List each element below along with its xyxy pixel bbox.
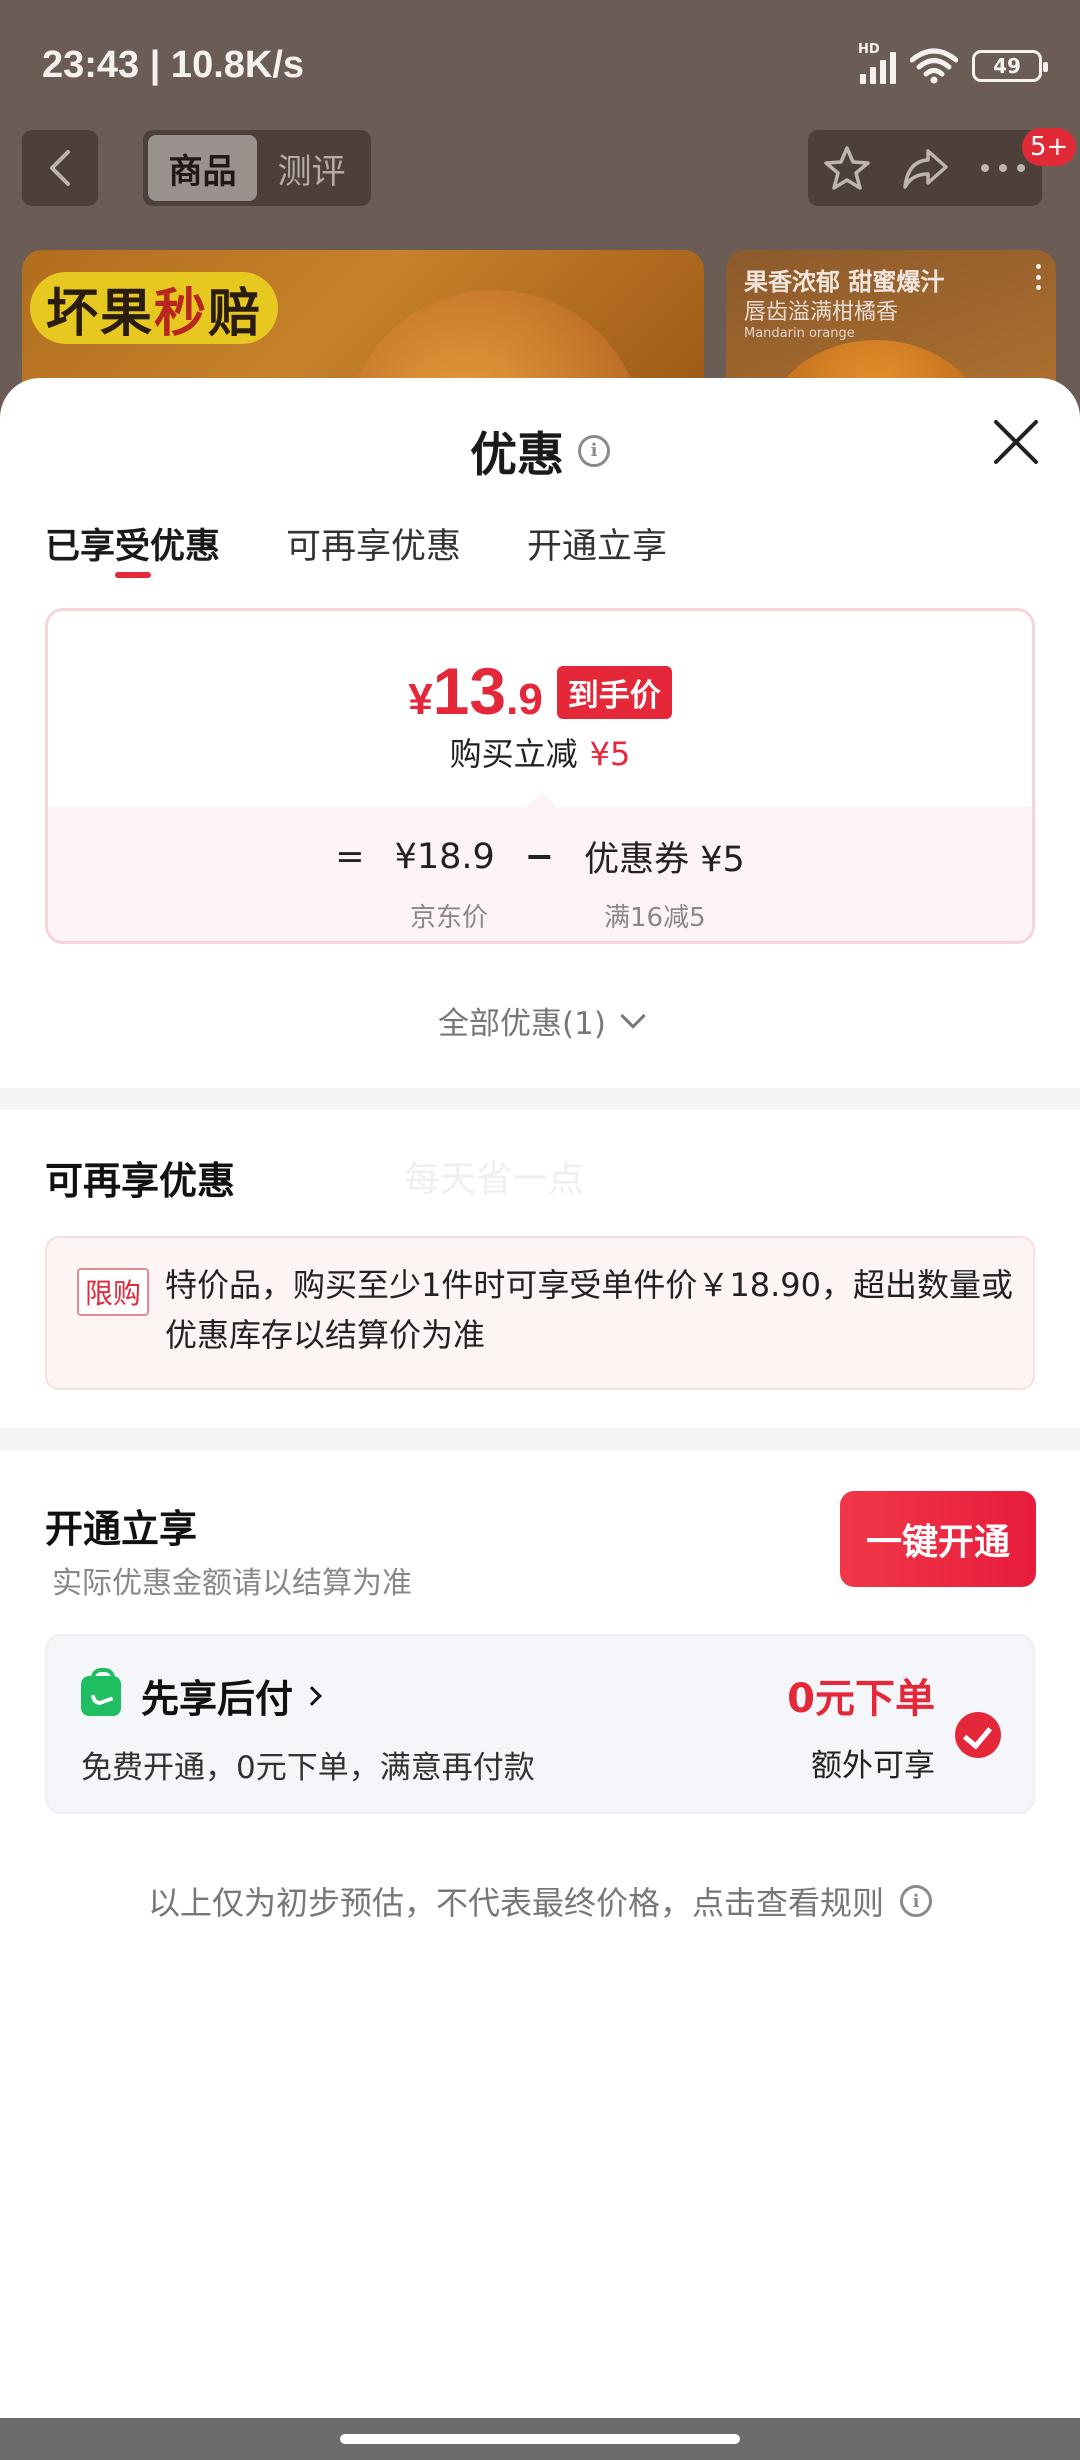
pay-later-card[interactable]: 先享后付 免费开通，0元下单，满意再付款 0元下单 额外可享 bbox=[45, 1634, 1035, 1814]
close-icon[interactable] bbox=[990, 416, 1042, 468]
section-divider bbox=[0, 1428, 1080, 1450]
tab-enjoyed[interactable]: 已享受优惠 bbox=[45, 518, 220, 569]
limit-tag: 限购 bbox=[77, 1268, 150, 1316]
more-icon[interactable] bbox=[978, 158, 1028, 178]
coupon-amount: 优惠券 ¥5 bbox=[584, 840, 745, 880]
section-divider bbox=[0, 1088, 1080, 1110]
sheet-header: 优惠 i bbox=[0, 416, 1080, 485]
sheet-title: 优惠 bbox=[470, 428, 564, 483]
all-discounts-toggle[interactable]: 全部优惠(1) bbox=[0, 998, 1080, 1043]
limit-description: 特价品，购买至少1件时可享受单件价￥18.90，超出数量或优惠库存以结算价为准 bbox=[165, 1266, 1013, 1354]
top-nav: 商品 测评 bbox=[0, 130, 1080, 210]
info-icon: i bbox=[900, 1885, 932, 1917]
banner-caption: Mandarin orange bbox=[744, 326, 855, 341]
jd-price: ¥18.9 bbox=[394, 836, 495, 877]
final-price: ¥13.9 bbox=[408, 654, 543, 728]
rules-footnote[interactable]: 以上仅为初步预估，不代表最终价格，点击查看规则 i bbox=[0, 1878, 1080, 1924]
minus-sign: − bbox=[524, 836, 555, 877]
segment-control: 商品 测评 bbox=[143, 130, 371, 206]
status-bar: 23:43 | 10.8K/s HD 49 bbox=[0, 0, 1080, 130]
enjoyed-discount-card: ¥13.9 到手价 购买立减 ¥5 = ¥18.9 − 优惠券 ¥5 京东价 满1… bbox=[45, 608, 1035, 944]
banner-headline: 果香浓郁 甜蜜爆汁 bbox=[744, 268, 945, 296]
extra-benefit-label: 额外可享 bbox=[811, 1748, 935, 1784]
segment-product[interactable]: 商品 bbox=[148, 135, 257, 201]
final-price-tag: 到手价 bbox=[556, 666, 672, 719]
more-discounts-title: 可再享优惠 bbox=[45, 1159, 236, 1203]
limited-offer-card: 限购 特价品，购买至少1件时可享受单件价￥18.90，超出数量或优惠库存以结算价… bbox=[45, 1236, 1035, 1390]
back-button[interactable] bbox=[22, 130, 98, 206]
open-enjoy-title: 开通立享 bbox=[45, 1507, 198, 1551]
share-icon[interactable] bbox=[900, 143, 950, 193]
zero-yuan-order: 0元下单 bbox=[787, 1676, 935, 1722]
status-time: 23:43 | 10.8K/s bbox=[42, 44, 305, 86]
open-enjoy-subtitle: 实际优惠金额请以结算为准 bbox=[52, 1566, 412, 1601]
price-breakdown: = ¥18.9 − 优惠券 ¥5 京东价 满16减5 bbox=[48, 792, 1032, 941]
one-click-open-button[interactable]: 一键开通 bbox=[840, 1491, 1036, 1587]
final-price-row: ¥13.9 到手价 bbox=[48, 653, 1032, 729]
jd-price-label: 京东价 bbox=[410, 903, 489, 933]
tab-open[interactable]: 开通立享 bbox=[527, 518, 667, 569]
bad-fruit-compensation-tag: 坏果秒赔 bbox=[30, 272, 279, 344]
system-icons: HD 49 bbox=[858, 42, 1048, 84]
reduction-amount: ¥5 bbox=[589, 735, 631, 773]
segment-review[interactable]: 测评 bbox=[257, 135, 366, 201]
checkmark-icon[interactable] bbox=[955, 1712, 1001, 1758]
banner-subline: 唇齿溢满柑橘香 bbox=[744, 300, 899, 325]
discount-tabs: 已享受优惠 可再享优惠 开通立享 bbox=[45, 518, 667, 569]
signal-icon: HD bbox=[858, 42, 896, 84]
chevron-right-icon bbox=[302, 1685, 322, 1706]
home-indicator[interactable] bbox=[340, 2434, 740, 2444]
battery-icon: 49 bbox=[972, 50, 1048, 82]
toolbar-actions bbox=[808, 130, 1042, 206]
wifi-icon bbox=[910, 48, 958, 84]
pay-later-description: 免费开通，0元下单，满意再付款 bbox=[81, 1750, 535, 1786]
tab-more[interactable]: 可再享优惠 bbox=[286, 518, 461, 569]
chevron-down-icon bbox=[620, 1002, 646, 1029]
instant-reduction: 购买立减 ¥5 bbox=[449, 735, 631, 773]
star-icon[interactable] bbox=[822, 143, 872, 193]
discount-sheet: 优惠 i 已享受优惠 可再享优惠 开通立享 ¥13.9 到手价 购买立减 ¥5 =… bbox=[0, 378, 1080, 2418]
shopping-bag-icon bbox=[81, 1668, 121, 1716]
hd-label: HD bbox=[858, 42, 880, 57]
notification-badge: 5+ bbox=[1022, 128, 1077, 166]
coupon-condition: 满16减5 bbox=[604, 903, 706, 933]
background-page: 23:43 | 10.8K/s HD 49 商品 测评 5+ 坏果 秒 赔 果香… bbox=[0, 0, 1080, 420]
watermark: 每天省一点 bbox=[404, 1159, 585, 1200]
info-icon[interactable]: i bbox=[578, 434, 610, 467]
chevron-left-icon bbox=[50, 150, 70, 186]
equals-sign: = bbox=[335, 836, 365, 877]
pay-later-title[interactable]: 先享后付 bbox=[141, 1668, 322, 1723]
kebab-icon[interactable] bbox=[1036, 264, 1042, 290]
